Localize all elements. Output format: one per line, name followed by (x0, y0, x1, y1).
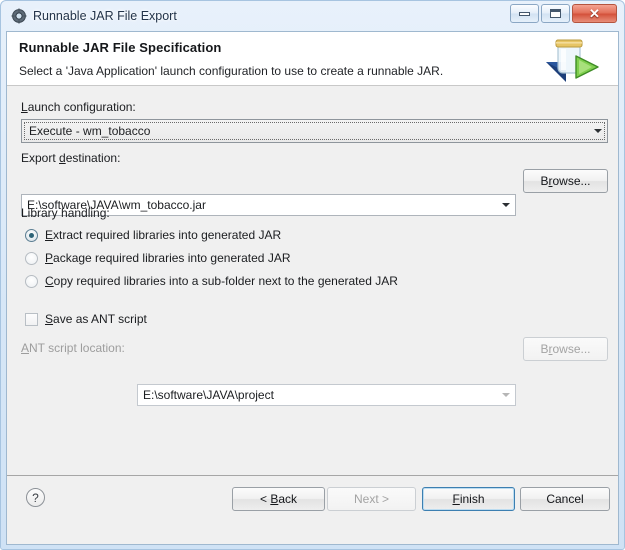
browse-button-label: Browse... (540, 174, 591, 188)
title-bar: Runnable JAR File Export ✕ (6, 1, 619, 31)
ant-script-location-label: ANT script location: (21, 341, 125, 355)
footer-separator (7, 475, 618, 476)
library-handling-label: Library handling: (21, 206, 110, 220)
radio-package-icon[interactable] (25, 251, 38, 265)
next-button: Next > (327, 487, 416, 511)
cancel-button-label: Cancel (546, 492, 584, 506)
library-handling-option-copy[interactable]: Copy required libraries into a sub-folde… (25, 274, 398, 288)
wizard-header: Runnable JAR File Specification Select a… (7, 32, 618, 86)
ant-browse-button-label: Browse... (540, 342, 591, 356)
save-as-ant-script-label: Save as ANT script (45, 312, 147, 326)
ant-script-location-label-row: ANT script location: (21, 341, 125, 355)
export-destination-browse-button[interactable]: Browse... (523, 169, 608, 193)
launch-configuration-value: Execute - wm_tobacco (29, 124, 151, 138)
close-icon: ✕ (589, 6, 600, 21)
finish-button[interactable]: Finish (422, 487, 515, 511)
finish-button-label: Finish (452, 492, 485, 506)
library-handling-option-extract[interactable]: Extract required libraries into generate… (25, 228, 281, 242)
launch-configuration-combo[interactable]: Execute - wm_tobacco (21, 119, 608, 143)
ant-script-browse-button: Browse... (523, 337, 608, 361)
library-handling-label-row: Library handling: (21, 206, 110, 220)
chevron-down-icon[interactable] (589, 121, 606, 141)
back-button-label: < Back (259, 492, 298, 506)
dialog-body: Launch configuration: Execute - wm_tobac… (7, 86, 618, 544)
maximize-icon (550, 9, 561, 18)
chevron-down-icon[interactable] (497, 196, 514, 214)
maximize-button[interactable] (541, 4, 570, 23)
library-handling-option-0-label: Extract required libraries into generate… (45, 228, 282, 242)
launch-configuration-label-row: Launch configuration: (21, 100, 136, 114)
page-subtitle: Select a 'Java Application' launch confi… (19, 64, 444, 78)
help-button[interactable]: ? (26, 488, 45, 507)
minimize-button[interactable] (510, 4, 539, 23)
page-title: Runnable JAR File Specification (19, 40, 222, 55)
window-controls: ✕ (508, 4, 617, 23)
library-handling-option-1-label: Package required libraries into generate… (45, 251, 291, 265)
jar-export-icon (11, 8, 27, 24)
close-button[interactable]: ✕ (572, 4, 617, 23)
back-button[interactable]: < Back (232, 487, 325, 511)
ant-script-location-combo: E:\software\JAVA\project (137, 384, 516, 406)
save-as-ant-script-checkbox-row[interactable]: Save as ANT script (25, 312, 147, 326)
jar-with-green-arrow-icon (542, 34, 604, 84)
dialog-window: Runnable JAR File Export ✕ Runnable JAR … (0, 0, 625, 550)
export-destination-label-row: Export destination: (21, 151, 120, 165)
dialog-client-area: Runnable JAR File Specification Select a… (6, 31, 619, 545)
help-icon: ? (26, 488, 45, 507)
chevron-down-icon (497, 386, 514, 404)
radio-copy-icon[interactable] (25, 274, 38, 288)
library-handling-option-2-label: Copy required libraries into a sub-folde… (45, 274, 398, 288)
next-button-label: Next > (353, 492, 389, 506)
radio-extract-icon[interactable] (25, 228, 38, 242)
ant-script-location-value: E:\software\JAVA\project (143, 388, 274, 402)
window-title: Runnable JAR File Export (33, 9, 177, 23)
export-destination-label: Export destination: (21, 151, 121, 165)
minimize-icon (519, 11, 530, 16)
library-handling-option-package[interactable]: Package required libraries into generate… (25, 251, 290, 265)
save-as-ant-script-checkbox[interactable] (25, 312, 38, 326)
launch-configuration-label: Launch configuration: (21, 100, 136, 114)
cancel-button[interactable]: Cancel (520, 487, 610, 511)
